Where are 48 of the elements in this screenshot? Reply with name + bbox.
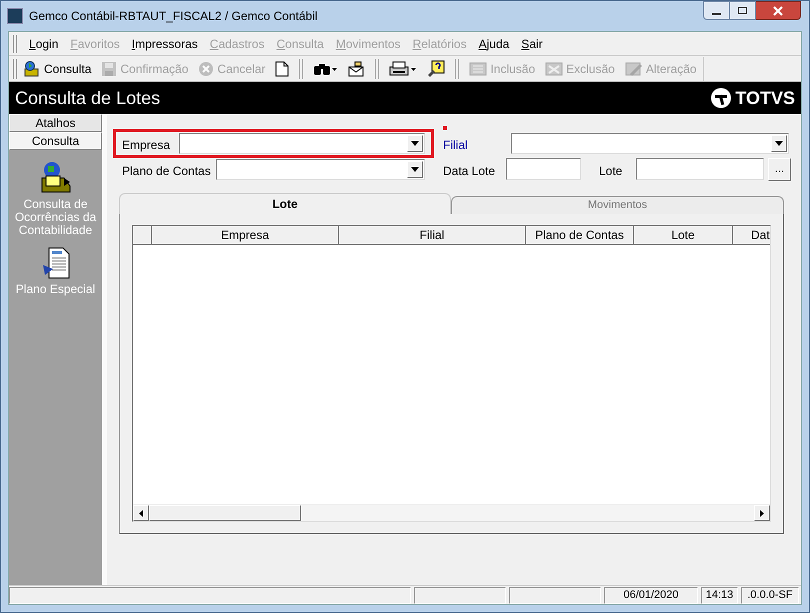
field-label: Filial bbox=[443, 137, 468, 154]
column-header[interactable]: Dat bbox=[733, 226, 770, 244]
field-label: Plano de Contas bbox=[122, 163, 211, 180]
grid-cross-icon bbox=[545, 60, 564, 76]
pencil-icon bbox=[624, 60, 643, 76]
tab[interactable]: Movimentos bbox=[451, 196, 784, 214]
menu-item[interactable]: Ajuda bbox=[478, 34, 510, 52]
minimize-button[interactable] bbox=[703, 1, 730, 20]
window-title: Gemco Contábil-RBTAUT_FISCAL2 / Gemco Contábil bbox=[29, 8, 318, 25]
maximize-button[interactable] bbox=[730, 1, 756, 20]
status-text: 06/01/2020 bbox=[604, 587, 698, 604]
app-icon bbox=[7, 8, 23, 24]
field-label: Empresa bbox=[122, 137, 170, 154]
folder-globe-icon bbox=[23, 60, 41, 78]
dropdown-field[interactable] bbox=[179, 132, 425, 154]
status-text: 14:13 bbox=[701, 587, 738, 604]
menu-item[interactable]: Login bbox=[29, 34, 58, 52]
document-icon bbox=[40, 247, 70, 279]
grid-icon bbox=[469, 60, 488, 76]
menu-item[interactable]: Sair bbox=[521, 34, 543, 52]
column-header[interactable]: Lote bbox=[634, 226, 733, 244]
menu-item[interactable]: Impressoras bbox=[132, 34, 198, 52]
required-marker bbox=[443, 126, 447, 130]
sidebar-tab[interactable]: Atalhos bbox=[9, 114, 102, 132]
logo-text: TOTVS bbox=[735, 86, 795, 110]
close-button[interactable] bbox=[756, 1, 801, 20]
column-header[interactable]: Filial bbox=[339, 226, 526, 244]
scroll-thumb[interactable] bbox=[149, 505, 301, 521]
scroll-left-icon[interactable] bbox=[133, 505, 149, 521]
horizontal-scrollbar[interactable] bbox=[133, 504, 770, 521]
status-text: .0.0.0-SF bbox=[741, 587, 799, 604]
logo-icon bbox=[710, 87, 732, 109]
dropdown-field[interactable] bbox=[511, 132, 789, 154]
input-field[interactable] bbox=[506, 158, 581, 180]
close-icon bbox=[773, 6, 783, 16]
input-field[interactable] bbox=[636, 158, 764, 180]
dropdown-field[interactable] bbox=[216, 158, 425, 180]
column-header[interactable]: Plano de Contas bbox=[526, 226, 634, 244]
page-title: Consulta de Lotes bbox=[15, 86, 160, 110]
lookup-button[interactable]: ... bbox=[768, 158, 791, 180]
toolbar-button[interactable]: Consulta bbox=[21, 58, 94, 80]
column-header[interactable]: Empresa bbox=[152, 226, 339, 244]
sidebar-tab[interactable]: Consulta bbox=[9, 132, 102, 150]
tab[interactable]: Lote bbox=[119, 193, 451, 214]
scroll-right-icon[interactable] bbox=[754, 505, 770, 521]
cancel-icon bbox=[198, 60, 214, 76]
field-label: Data Lote bbox=[443, 163, 496, 180]
field-label: Lote bbox=[599, 163, 622, 180]
